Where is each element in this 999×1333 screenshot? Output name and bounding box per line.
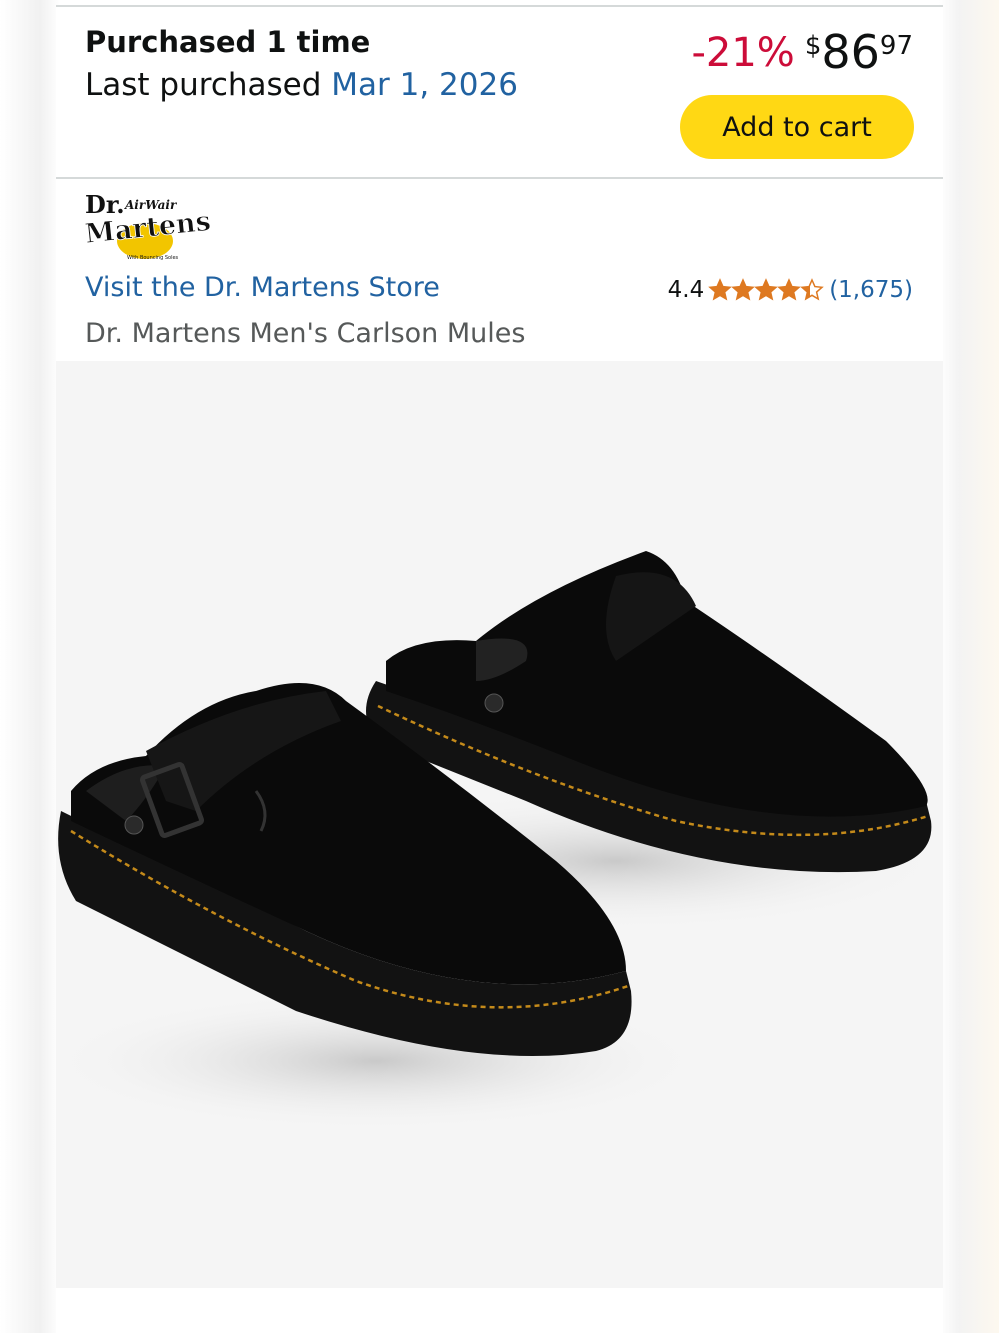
mules-photo: [56, 551, 943, 1131]
rating-count-link[interactable]: (1,675): [829, 277, 913, 303]
price-currency: $: [804, 31, 822, 61]
star-icon: [708, 278, 733, 301]
dr-martens-logo[interactable]: Dr. AirWair Martens With Bouncing Soles: [83, 185, 218, 263]
last-purchased-date[interactable]: Mar 1, 2026: [331, 67, 518, 103]
price-fraction: 97: [879, 31, 913, 61]
product-image[interactable]: [56, 361, 943, 1288]
star-icon: [777, 278, 802, 301]
star-icon: [754, 278, 779, 301]
last-purchased-line: Last purchased Mar 1, 2026: [85, 67, 518, 103]
price-whole: 86: [821, 25, 880, 79]
brand-info-card: Dr. AirWair Martens With Bouncing Soles …: [56, 179, 943, 361]
svg-text:With Bouncing Soles: With Bouncing Soles: [127, 255, 179, 261]
purchase-summary-card: Purchased 1 time Last purchased Mar 1, 2…: [56, 7, 943, 177]
purchased-count: Purchased 1 time: [85, 25, 371, 59]
price: -21% $ 86 97: [691, 29, 913, 75]
rating-summary[interactable]: 4.4 (1,675): [668, 277, 913, 303]
product-title: Dr. Martens Men's Carlson Mules: [85, 318, 526, 349]
last-purchased-label: Last purchased: [85, 67, 322, 103]
discount-percent: -21%: [691, 30, 795, 76]
rating-value: 4.4: [667, 277, 705, 303]
star-icon: [800, 278, 825, 301]
next-section-card: [56, 1288, 943, 1333]
add-to-cart-button[interactable]: Add to cart: [680, 95, 914, 159]
star-rating: [708, 278, 825, 302]
visit-store-link[interactable]: Visit the Dr. Martens Store: [85, 272, 440, 303]
star-icon: [731, 278, 756, 301]
